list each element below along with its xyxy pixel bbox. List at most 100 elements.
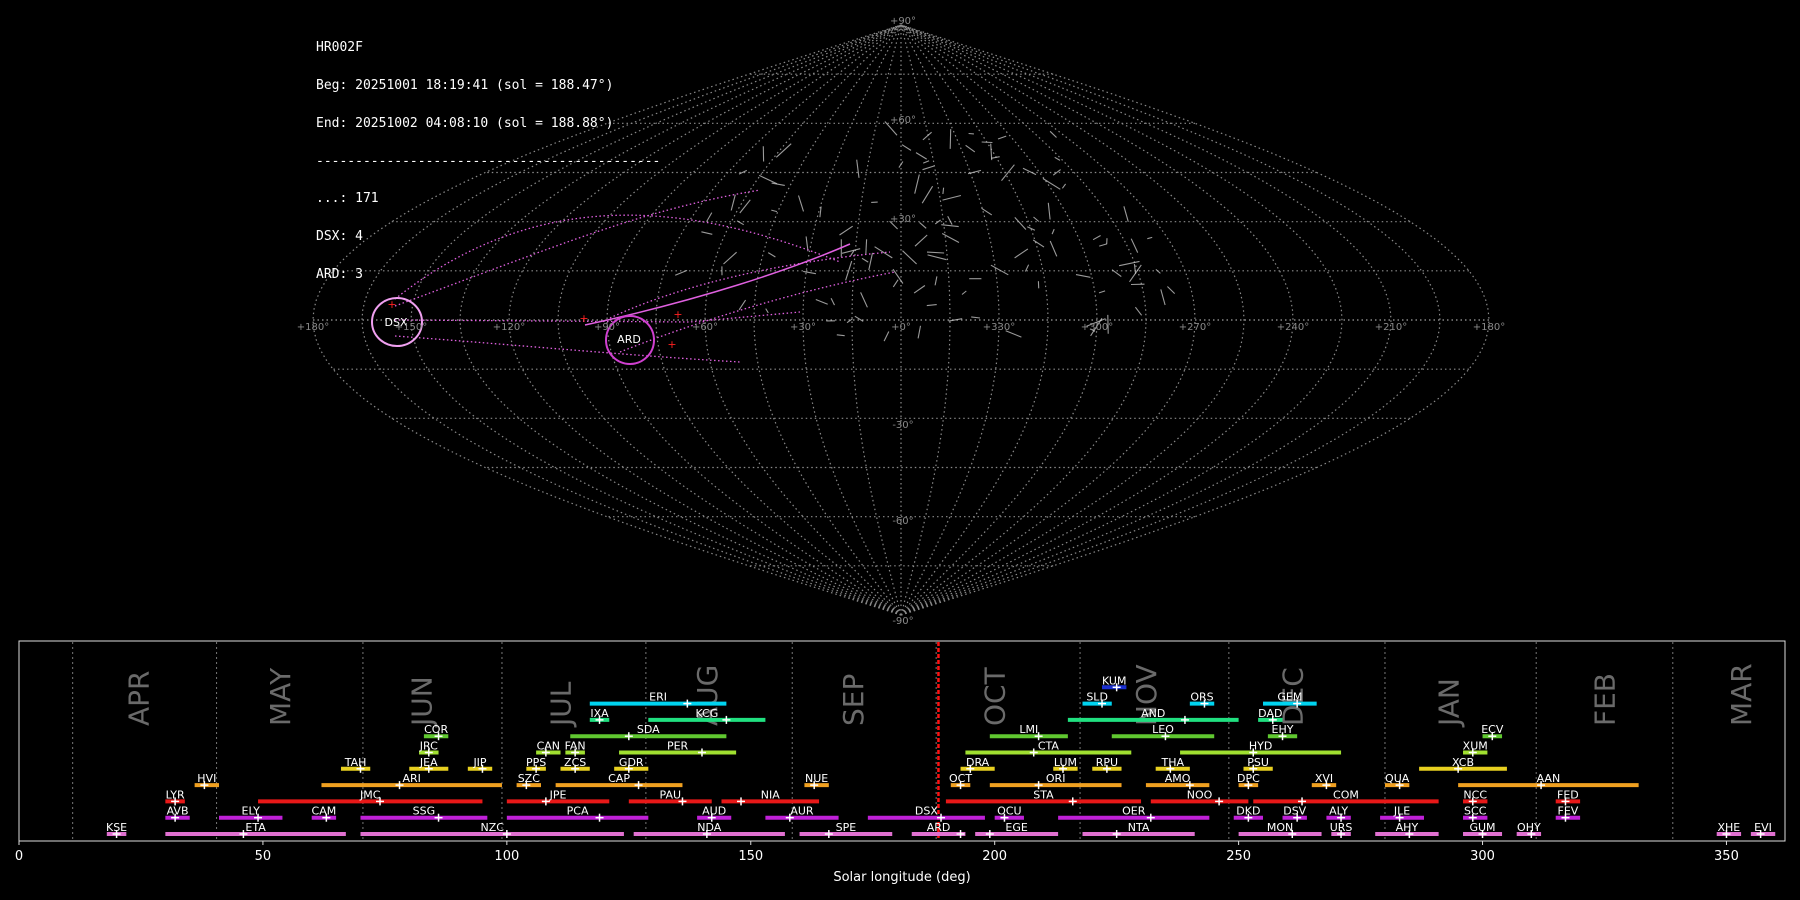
x-tick-label: 300 [1470,849,1495,864]
meteor-track [965,144,976,153]
meteor-track [1033,216,1040,222]
shower-label-eta: ETA [245,821,266,834]
meteor-track [701,231,713,235]
longitude-label: +30° [790,322,816,333]
shower-label-dra: DRA [966,756,990,769]
meteor-track [971,316,981,319]
meteor-track [1032,239,1045,248]
shower-label-jle: JLE [1393,805,1410,818]
latitude-label: -90° [892,616,913,627]
dsx-count: DSX: 4 [316,229,363,245]
shower-label-cta: CTA [1038,740,1060,753]
meteor-track [1099,243,1108,247]
meteor-track [883,331,890,342]
meteor-track [730,194,736,211]
shower-label-cap: CAP [608,772,630,785]
shower-label-ocu: OCU [997,805,1021,818]
month-label-may: MAY [264,667,297,726]
shower-label-qua: QUA [1385,772,1410,785]
x-tick-label: 150 [738,849,763,864]
shower-label-ecv: ECV [1481,723,1504,736]
meteor-track [767,252,776,258]
meteor-track [1047,202,1051,220]
longitude-label: +180° [297,322,329,333]
meteor-track [1049,240,1058,257]
meteor-track [948,318,963,322]
month-label-apr: APR [123,671,156,727]
meteor-track [1130,238,1139,253]
meteor-track [865,239,868,255]
shower-label-tha: THA [1160,756,1184,769]
meteor-track [860,292,868,308]
shower-label-ehy: EHY [1272,723,1294,736]
shower-label-fan: FAN [565,740,586,753]
shower-label-jea: JEA [419,756,438,769]
month-label-sep: SEP [837,674,870,726]
month-label-jan: JAN [1432,678,1465,728]
shower-label-oct: OCT [949,772,972,785]
meteor-track [902,250,917,265]
meteor-track [934,276,938,286]
meteor-track [805,236,809,252]
meteor-track [961,290,967,295]
shower-bars: KUM ERI SLD ORS GEM IXA KCG AND DAD COR SDA LMI LEO E… [106,674,1776,838]
x-tick-label: 250 [1226,849,1251,864]
meteor-track [926,251,945,254]
meteor-track [947,215,953,225]
shower-label-kcg: KCG [695,707,718,720]
shower-label-ard: ARD [927,821,951,834]
meteor-track [854,315,864,322]
shower-label-dad: DAD [1258,707,1282,720]
shower-label-ely: ELY [242,805,261,818]
shower-label-per: PER [667,740,689,753]
longitude-label: +120° [493,322,525,333]
shower-label-rpu: RPU [1096,756,1118,769]
shower-label-gem: GEM [1277,691,1302,704]
meteor-track [1049,130,1057,138]
shower-label-kum: KUM [1102,674,1126,687]
ard-count: ARD: 3 [316,266,363,282]
shower-label-aan: AAN [1537,772,1561,785]
meteor-track [1092,235,1101,241]
shower-label-jpe: JPE [549,788,567,801]
shower-label-zcs: ZCS [564,756,586,769]
shower-label-tah: TAH [344,756,367,769]
meteor-track [922,131,932,141]
shower-label-amo: AMO [1165,772,1191,785]
meteor-track [914,234,928,247]
meteor-track [1075,274,1091,278]
x-axis: 0 50 100 150 200 250 300 350 [15,841,1739,864]
meteor-track [1014,217,1027,230]
shower-label-pau: PAU [660,788,682,801]
shower-label-xum: XUM [1463,740,1488,753]
shower-timeline-chart: APR MAY JUN JUL AUG SEP OCT NOV DEC JAN FEB MAR KUM… [15,640,1786,885]
shower-label-scc: SCC [1464,805,1487,818]
meteor-track [739,199,751,214]
shower-label-lyr: LYR [166,788,185,801]
sky-map: ++++DSXARD +180° +150° +120° +90° +60° +30° +0… [297,16,1505,627]
meteor-track [1014,248,1029,259]
shower-label-ege: EGE [1005,821,1027,834]
shower-label-dkd: DKD [1236,805,1260,818]
longitude-label: +240° [1277,322,1309,333]
meteor-track [997,135,1007,140]
shower-label-ori: ORI [1046,772,1066,785]
meteor-track [1123,206,1129,222]
longitude-label: +210° [1375,322,1407,333]
ard-radiant-label: ARD [617,333,641,346]
shower-label-oer: OER [1122,805,1146,818]
meteor-track [926,304,937,307]
meteor-track [1118,260,1140,267]
shower-label-urs: URS [1330,821,1353,834]
begin-time: Beg: 20251001 18:19:41 (sol = 188.47°) [316,77,614,93]
meteor-track [758,174,778,185]
shower-label-mon: MON [1267,821,1293,834]
meteor-track [915,152,927,160]
meteor-track [990,264,1009,276]
meteor-track [1129,264,1142,283]
shower-label-lum: LUM [1054,756,1077,769]
month-label-feb: FEB [1588,673,1621,726]
meteor-track [1098,290,1106,294]
shower-label-nta: NTA [1128,821,1150,834]
meteor-track [941,233,960,243]
